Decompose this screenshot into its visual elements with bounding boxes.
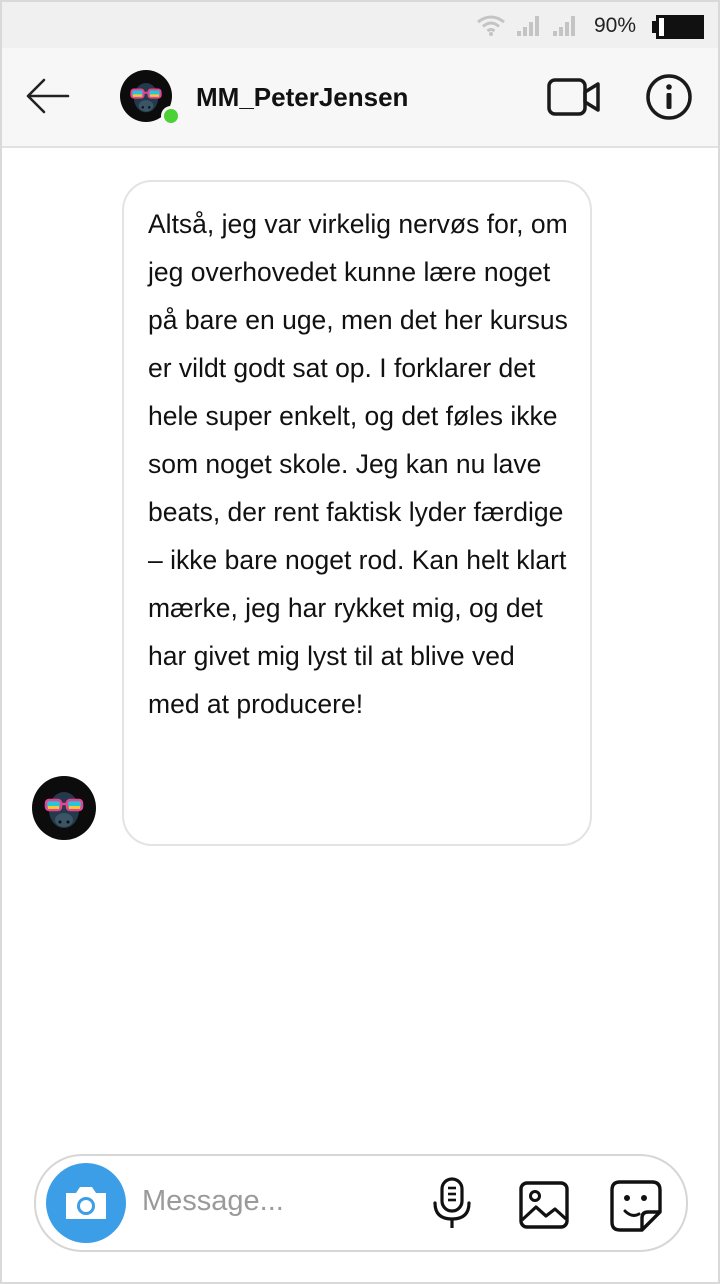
chat-header: MM_PeterJensen — [2, 48, 718, 148]
arrow-left-icon[interactable] — [24, 76, 70, 116]
video-camera-icon[interactable] — [546, 76, 602, 118]
phone-frame: 90% MM_PeterJensen Altså, jeg var virkel… — [0, 0, 720, 1284]
status-bar: 90% — [2, 2, 718, 48]
camera-icon — [66, 1187, 106, 1219]
camera-button[interactable] — [46, 1163, 126, 1243]
message-composer — [34, 1154, 688, 1252]
wifi-icon — [477, 15, 505, 36]
microphone-icon[interactable] — [430, 1176, 474, 1232]
contact-username[interactable]: MM_PeterJensen — [196, 82, 408, 113]
online-status-dot — [161, 106, 181, 126]
message-input[interactable] — [142, 1178, 412, 1224]
battery-percent: 90% — [594, 14, 637, 37]
sticker-icon[interactable] — [608, 1178, 664, 1234]
info-icon[interactable] — [644, 72, 694, 122]
signal-icon-2 — [553, 16, 575, 36]
sender-avatar[interactable] — [32, 776, 96, 840]
battery-icon — [652, 15, 704, 39]
signal-icon — [517, 16, 539, 36]
image-icon[interactable] — [518, 1180, 570, 1230]
message-bubble: Altså, jeg var virkelig nervøs for, om j… — [122, 180, 592, 846]
